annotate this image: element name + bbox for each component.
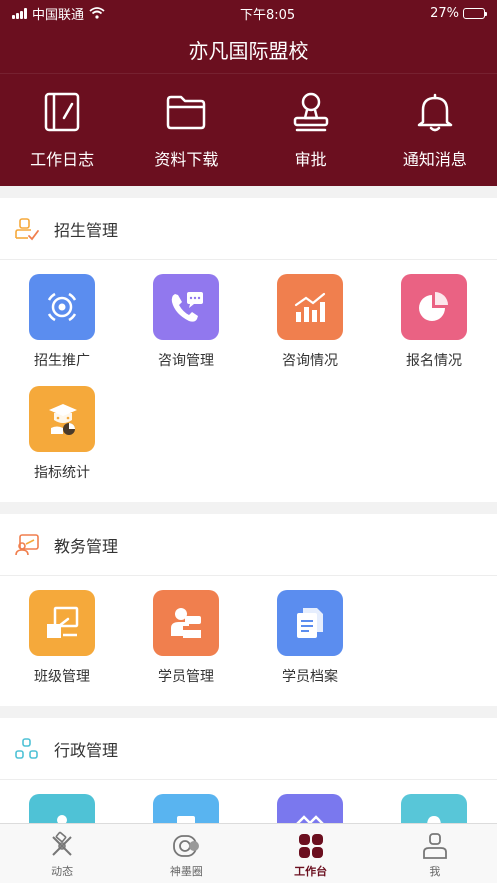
enrollment-section-icon	[15, 217, 39, 240]
section-title: 招生管理	[54, 220, 119, 240]
status-bar: 中国联通 下午8:05 27%	[0, 0, 497, 26]
stamp-icon	[293, 92, 328, 132]
battery-icon	[463, 7, 487, 19]
app-label: 学员档案	[282, 669, 338, 685]
bar-chart-icon	[277, 274, 343, 340]
app-consultation-management[interactable]: 咨询管理	[124, 274, 248, 386]
app-label: 指标统计	[34, 465, 90, 481]
tab-label: 工作台	[294, 865, 328, 878]
phone-chat-icon	[153, 274, 219, 340]
app-consultation-status[interactable]: 咨询情况	[248, 274, 372, 386]
tab-dynamics[interactable]: 动态	[0, 824, 124, 883]
quick-label: 资料下载	[154, 150, 219, 169]
header-area: 中国联通 下午8:05 27% 亦凡国际盟校 工作日志 资料下载 审批 通知消息	[0, 0, 497, 186]
app-student-records[interactable]: 学员档案	[248, 590, 372, 702]
quick-downloads[interactable]: 资料下载	[124, 74, 248, 186]
app-label: 咨询管理	[158, 353, 214, 369]
classroom-icon	[29, 590, 95, 656]
tab-label: 我	[429, 865, 441, 878]
section-header: 招生管理	[0, 198, 497, 260]
workbench-icon	[298, 834, 323, 858]
section-header: 教务管理	[0, 514, 497, 576]
pie-chart-icon	[401, 274, 467, 340]
status-time: 下午8:05	[239, 7, 296, 23]
app-enrollment-promotion[interactable]: 招生推广	[0, 274, 124, 386]
academic-section-icon	[15, 533, 39, 555]
tab-label: 神墨圈	[169, 865, 203, 878]
signal-icon	[12, 7, 27, 19]
quick-label: 审批	[294, 150, 327, 169]
quick-notifications[interactable]: 通知消息	[373, 74, 497, 186]
dynamics-icon	[52, 831, 72, 856]
app-label: 班级管理	[34, 669, 90, 685]
app-label: 招生推广	[34, 353, 90, 369]
app-student-management[interactable]: 学员管理	[124, 590, 248, 702]
app-label: 学员管理	[158, 669, 214, 685]
app-class-management[interactable]: 班级管理	[0, 590, 124, 702]
section-header: 行政管理	[0, 718, 497, 780]
tab-label: 动态	[51, 865, 74, 878]
app-indicator-stats[interactable]: 指标统计	[0, 386, 124, 498]
quick-work-log[interactable]: 工作日志	[0, 74, 124, 186]
quick-approval[interactable]: 审批	[249, 74, 373, 186]
quick-actions: 工作日志 资料下载 审批 通知消息	[0, 74, 497, 186]
circle-icon	[173, 835, 200, 857]
app-label: 报名情况	[406, 353, 462, 369]
tab-profile[interactable]: 我	[373, 824, 497, 883]
wifi-icon	[89, 7, 105, 19]
tab-workbench[interactable]: 工作台	[249, 824, 373, 883]
bell-icon	[417, 93, 453, 132]
quick-label: 通知消息	[402, 150, 467, 169]
app-label: 咨询情况	[282, 353, 338, 369]
target-icon	[29, 274, 95, 340]
folder-icon	[167, 95, 206, 130]
admin-section-icon	[15, 737, 38, 759]
section-title: 行政管理	[54, 740, 119, 760]
student-icon	[153, 590, 219, 656]
battery-percent: 27%	[430, 5, 459, 21]
documents-icon	[277, 590, 343, 656]
section-title: 教务管理	[54, 536, 119, 556]
notebook-icon	[44, 92, 80, 132]
profile-icon	[422, 833, 447, 859]
quick-label: 工作日志	[30, 150, 95, 169]
tab-circle[interactable]: 神墨圈	[124, 824, 248, 883]
carrier-name: 中国联通	[32, 7, 85, 23]
bottom-tab-bar: 动态 神墨圈 工作台 我	[0, 823, 497, 883]
section-enrollment: 招生管理 招生推广 咨询管理 咨询情况 报名情况 指标统计	[0, 198, 497, 502]
graduate-stats-icon	[29, 386, 95, 452]
app-registration-status[interactable]: 报名情况	[372, 274, 496, 386]
page-title: 亦凡国际盟校	[0, 26, 497, 74]
section-academic: 教务管理 班级管理 学员管理 学员档案	[0, 514, 497, 706]
